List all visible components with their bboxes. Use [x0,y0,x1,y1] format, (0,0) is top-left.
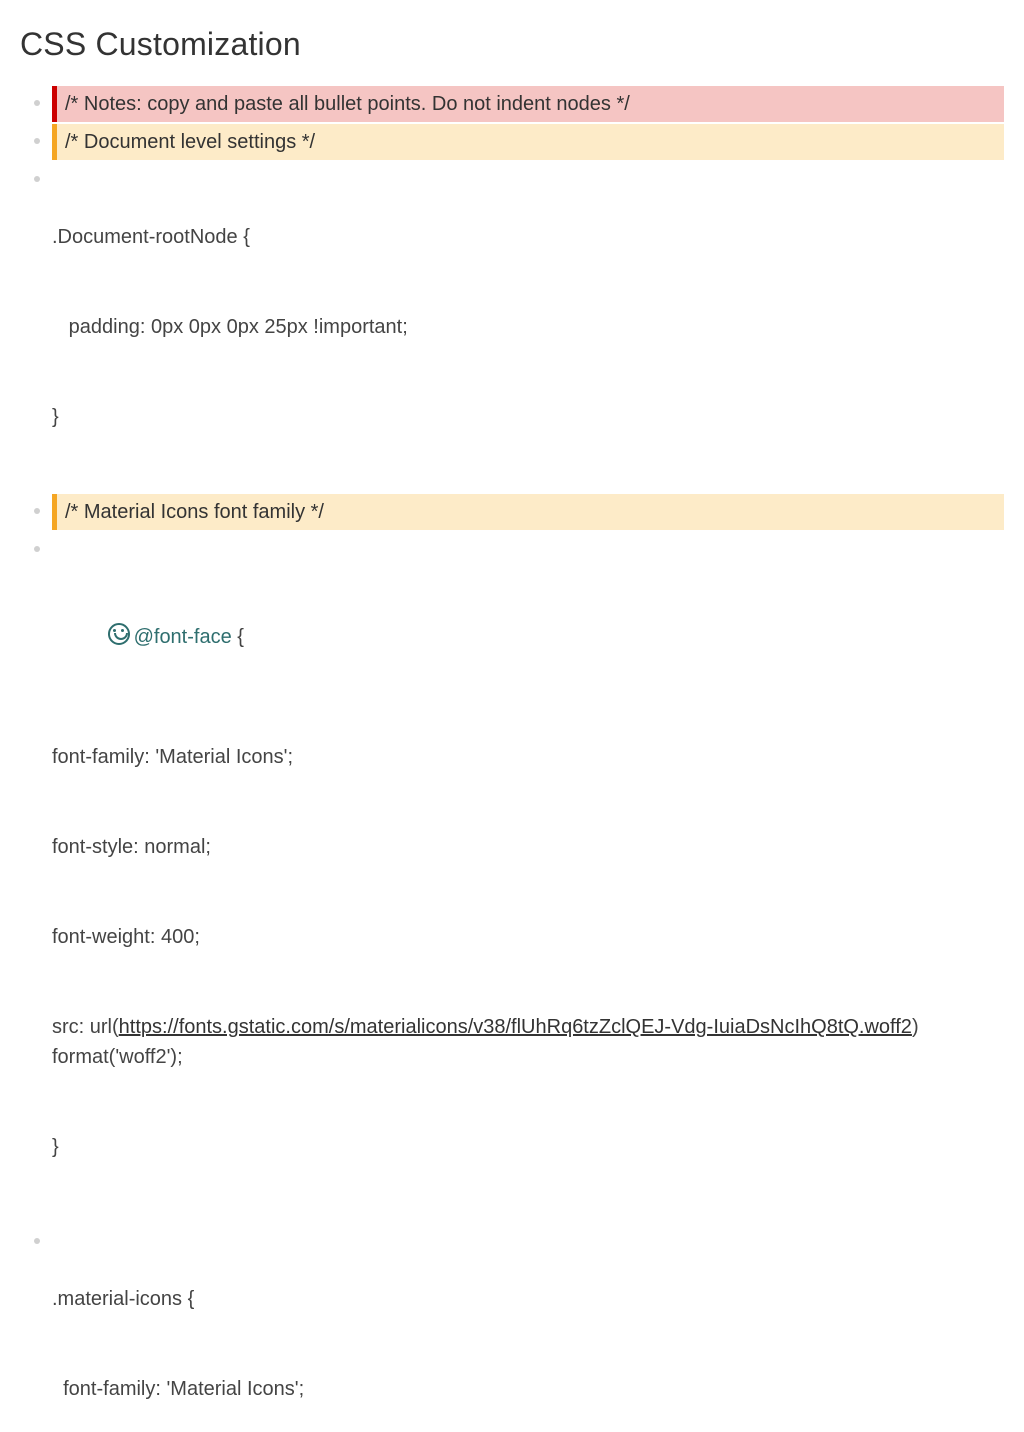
code-line: } [52,402,1004,432]
code-block-fontface: @font-face { font-family: 'Material Icon… [52,532,1004,1222]
emoji-face-icon [108,623,130,645]
css-outline: /* Notes: copy and paste all bullet poin… [20,86,1004,1432]
bullet-item: /* Document level settings */ [20,124,1004,160]
code-line: padding: 0px 0px 0px 25px !important; [52,312,1004,342]
at-rule: @font-face [134,626,232,648]
bullet-item: .material-icons { font-family: 'Material… [20,1224,1004,1432]
code-line: @font-face { [52,592,1004,682]
comment-note-red: /* Notes: copy and paste all bullet poin… [52,86,1004,122]
code-line: font-weight: 400; [52,922,1004,952]
src-prefix: src: url( [52,1016,119,1038]
code-line: font-style: normal; [52,832,1004,862]
code-block: .material-icons { font-family: 'Material… [52,1224,1004,1432]
code-block: .Document-rootNode { padding: 0px 0px 0p… [52,162,1004,492]
bullet-item: .Document-rootNode { padding: 0px 0px 0p… [20,162,1004,492]
code-line: } [52,1132,1004,1162]
comment-note-yellow: /* Document level settings */ [52,124,1004,160]
code-line-url: src: url(https://fonts.gstatic.com/s/mat… [52,1012,1004,1072]
bullet-item: /* Material Icons font family */ [20,494,1004,530]
code-line: .Document-rootNode { [52,222,1004,252]
code-line: .material-icons { [52,1284,1004,1314]
page-title: CSS Customization [20,20,1004,68]
comment-note-yellow: /* Material Icons font family */ [52,494,1004,530]
code-line: font-family: 'Material Icons'; [52,742,1004,772]
bullet-item: /* Notes: copy and paste all bullet poin… [20,86,1004,122]
font-url-link[interactable]: https://fonts.gstatic.com/s/materialicon… [119,1016,912,1038]
code-line: font-family: 'Material Icons'; [52,1374,1004,1404]
bullet-item: @font-face { font-family: 'Material Icon… [20,532,1004,1222]
